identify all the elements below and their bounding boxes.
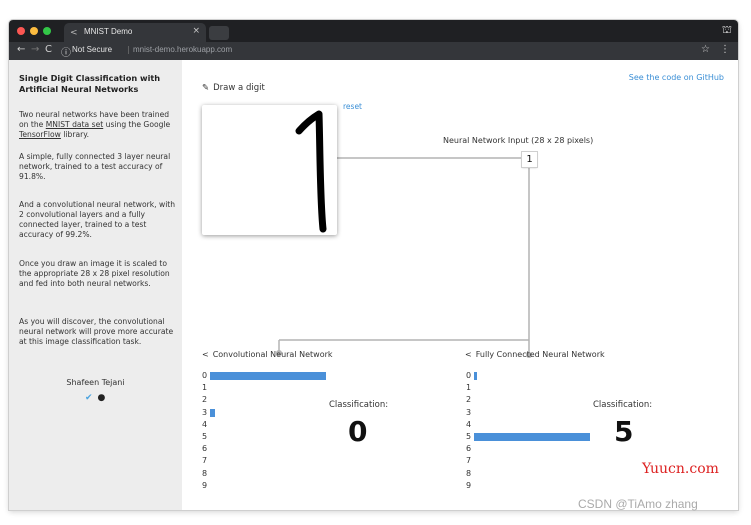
- address-bar[interactable]: mnist-demo.herokuapp.com: [133, 45, 232, 54]
- cnn-classification-label: Classification:: [329, 400, 389, 410]
- back-icon[interactable]: ←: [17, 44, 25, 55]
- sidebar-paragraph-scaling: Once you draw an image it is scaled to t…: [19, 259, 170, 288]
- tab-close-icon[interactable]: ×: [192, 26, 200, 36]
- digit-label: 8: [466, 468, 472, 478]
- fc-title-text: Fully Connected Neural Network: [475, 350, 605, 359]
- github-link[interactable]: See the code on GitHub: [629, 73, 724, 82]
- security-label[interactable]: Not Secure: [72, 45, 112, 54]
- drawing-canvas[interactable]: [202, 105, 337, 235]
- digit-label: 0: [466, 371, 472, 380]
- browser-window: < MNIST Demo × ⛫ ← → C ⓘ Not Secure | mn…: [9, 20, 738, 510]
- draw-label: ✎ Draw a digit: [202, 83, 265, 93]
- probability-bar: [474, 372, 477, 380]
- digit-label: 2: [202, 395, 208, 405]
- reset-link[interactable]: reset: [343, 102, 362, 111]
- digit-label: 9: [466, 480, 472, 490]
- fc-title: < Fully Connected Neural Network: [465, 350, 605, 359]
- share-icon: <: [70, 28, 78, 38]
- share-icon: <: [465, 350, 472, 359]
- sidebar-paragraph-fc: A simple, fully connected 3 layer neural…: [19, 152, 171, 181]
- digit-label: 6: [466, 444, 472, 454]
- digit-label: 1: [466, 383, 472, 393]
- digit-label: 6: [202, 444, 208, 454]
- github-icon[interactable]: ●: [98, 393, 106, 403]
- fc-digit-labels: 0 1 2 3 4 5 6 7 8 9: [466, 370, 471, 492]
- probability-bar: [210, 372, 327, 380]
- drawn-digit: [295, 110, 327, 233]
- draw-label-text: Draw a digit: [213, 83, 265, 93]
- social-links: ✔ ●: [85, 393, 105, 403]
- digit-label: 5: [202, 431, 208, 441]
- cnn-classification-value: 0: [348, 415, 368, 448]
- probability-bar: [474, 433, 591, 441]
- cnn-title: < Convolutional Neural Network: [202, 350, 333, 359]
- browser-toolbar: ← → C ⓘ Not Secure | mnist-demo.herokuap…: [9, 42, 738, 60]
- new-tab-button[interactable]: [209, 26, 229, 40]
- probability-bar: [210, 408, 215, 417]
- close-window-button[interactable]: [17, 27, 25, 35]
- sidebar: Single Digit Classification with Artific…: [9, 60, 182, 510]
- digit-label: 3: [466, 407, 472, 417]
- share-icon: <: [202, 350, 209, 359]
- tab-title: MNIST Demo: [84, 27, 133, 36]
- digit-label: 9: [202, 480, 208, 490]
- digit-label: 7: [466, 456, 472, 466]
- digit-label: 0: [202, 371, 208, 380]
- sidebar-paragraph-intro: Two neural networks have been trained on…: [19, 110, 179, 140]
- pencil-icon: ✎: [202, 83, 210, 93]
- site-watermark: Yuucn.com: [642, 461, 719, 477]
- sidebar-title: Single Digit Classification with Artific…: [19, 73, 161, 94]
- nn-input-label: Neural Network Input (28 x 28 pixels): [443, 136, 594, 145]
- cnn-digit-labels: 0 1 2 3 4 5 6 7 8 9: [202, 370, 207, 492]
- digit-label: 1: [202, 383, 208, 393]
- browser-menu-icon[interactable]: ⋮: [720, 44, 730, 55]
- digit-label: 4: [202, 419, 208, 429]
- digit-label: 4: [466, 419, 472, 429]
- forward-icon[interactable]: →: [31, 44, 39, 55]
- intro-text-b: using the Google: [103, 120, 171, 129]
- digit-label: 2: [466, 395, 472, 405]
- mnist-link[interactable]: MNIST data set: [46, 120, 103, 129]
- twitter-icon[interactable]: ✔: [85, 393, 93, 403]
- tensorflow-link[interactable]: TensorFlow: [19, 130, 61, 139]
- intro-text-c: library.: [60, 130, 90, 139]
- main-panel: See the code on GitHub ✎ Draw a digit res…: [182, 60, 738, 510]
- bookmark-star-icon[interactable]: ☆: [701, 44, 710, 55]
- fc-classification-value: 5: [614, 415, 634, 448]
- incognito-icon[interactable]: ⛫: [722, 23, 732, 38]
- author-name: Shafeen Tejani: [66, 378, 125, 387]
- nn-input-preview: 1: [522, 152, 537, 167]
- info-icon[interactable]: ⓘ: [61, 44, 71, 59]
- url-separator: |: [127, 45, 130, 54]
- digit-label: 7: [202, 456, 208, 466]
- sidebar-paragraph-discover: As you will discover, the convolutional …: [19, 317, 174, 346]
- cnn-title-text: Convolutional Neural Network: [212, 350, 333, 359]
- maximize-window-button[interactable]: [43, 27, 51, 35]
- sidebar-paragraph-cnn: And a convolutional neural network, with…: [19, 200, 176, 239]
- fc-classification-label: Classification:: [593, 400, 653, 410]
- digit-label: 8: [202, 468, 208, 478]
- credit-watermark: CSDN @TiAmo zhang: [578, 497, 698, 511]
- digit-label: 5: [466, 431, 472, 441]
- digit-label: 3: [202, 407, 208, 417]
- tab-strip: < MNIST Demo × ⛫: [9, 20, 738, 42]
- tab-mnist-demo[interactable]: < MNIST Demo ×: [64, 23, 206, 42]
- minimize-window-button[interactable]: [30, 27, 38, 35]
- reload-icon[interactable]: C: [45, 44, 52, 55]
